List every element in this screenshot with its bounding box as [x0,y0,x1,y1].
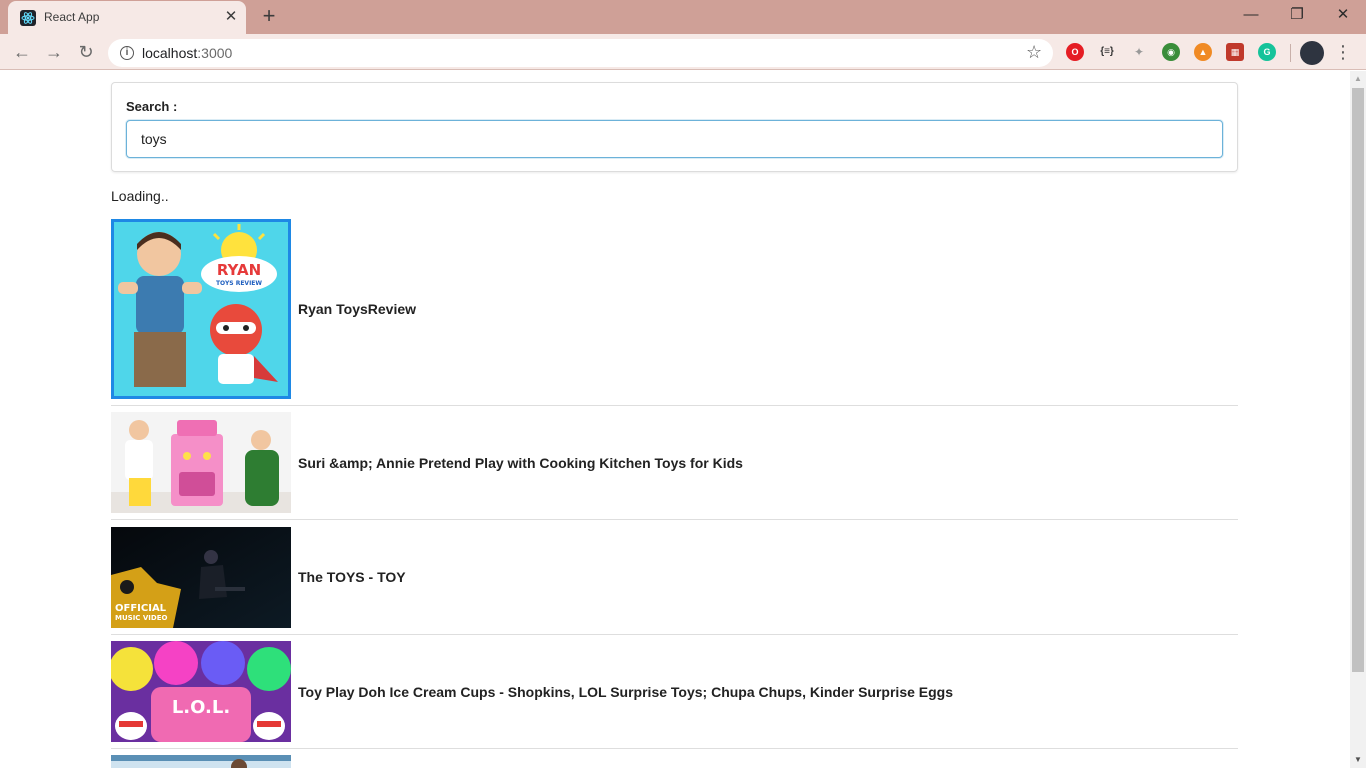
new-tab-icon[interactable]: + [258,4,280,28]
globe-extension-icon[interactable]: ◉ [1162,43,1180,61]
partial-thumbnail-image [111,755,291,768]
fox-extension-icon[interactable]: ▲ [1194,43,1212,61]
grammarly-extension-icon[interactable]: G [1258,43,1276,61]
minimize-icon[interactable]: — [1228,0,1274,30]
back-icon[interactable]: ← [9,39,35,65]
scroll-up-arrow-icon[interactable]: ▲ [1350,71,1366,87]
video-thumbnail[interactable]: OFFICIAL MUSIC VIDEO [111,526,291,628]
video-list-item[interactable]: OFFICIAL MUSIC VIDEO The TOYS - TOY [111,520,1238,635]
browser-toolbar: ← → ↻ i localhost:3000 ☆ O {≡} ✦ ◉ ▲ ▦ G… [0,34,1366,70]
loading-text: Loading.. [111,188,169,204]
ryan-toys-thumbnail-image: RYAN TOYS REVIEW [114,222,288,396]
toolbar-divider [1290,44,1291,62]
address-bar[interactable]: i localhost:3000 ☆ [108,39,1053,67]
tab-close-icon[interactable]: ✕ [222,8,240,26]
bookmark-star-icon[interactable]: ☆ [1026,42,1042,63]
browser-tab[interactable]: React App ✕ [8,1,246,34]
video-thumbnail[interactable]: RYAN TOYS REVIEW [111,219,291,399]
video-list-item[interactable]: RYAN TOYS REVIEW Ryan ToysReview [111,219,1238,406]
video-list-item[interactable]: Suri &amp; Annie Pretend Play with Cooki… [111,406,1238,520]
sparkle-extension-icon[interactable]: ✦ [1130,43,1148,61]
search-label: Search : [126,99,178,114]
music-video-text: MUSIC VIDEO [115,614,167,622]
profile-avatar[interactable] [1300,41,1324,65]
ryan-logo-text: RYAN [217,261,261,279]
scroll-down-arrow-icon[interactable]: ▼ [1350,752,1366,768]
ryan-logo-subtext: TOYS REVIEW [216,280,262,287]
tab-strip: React App ✕ + — ❐ ✕ [0,0,1366,34]
more-menu-icon[interactable]: ⋮ [1334,40,1352,64]
video-title[interactable]: Suri &amp; Annie Pretend Play with Cooki… [298,455,743,471]
search-card: Search : [111,82,1238,172]
video-title[interactable]: The TOYS - TOY [298,569,406,585]
scrollbar-thumb[interactable] [1352,88,1364,672]
official-text: OFFICIAL [115,603,167,614]
page-scrollbar[interactable]: ▲ ▼ [1350,71,1366,768]
site-info-icon[interactable]: i [120,46,134,60]
tab-title: React App [44,10,100,24]
the-toys-thumbnail-image: OFFICIAL MUSIC VIDEO [111,526,291,628]
forward-icon[interactable]: → [41,39,67,65]
lol-text: L.O.L. [172,697,230,718]
url-text: localhost:3000 [142,45,232,61]
grid-extension-icon[interactable]: ▦ [1226,43,1244,61]
kitchen-toys-thumbnail-image [111,412,291,513]
opera-extension-icon[interactable]: O [1066,43,1084,61]
video-thumbnail[interactable]: L.O.L. [111,641,291,742]
video-title[interactable]: Toy Play Doh Ice Cream Cups - Shopkins, … [298,684,953,700]
reload-icon[interactable]: ↻ [73,39,99,65]
json-extension-icon[interactable]: {≡} [1098,43,1116,61]
restore-icon[interactable]: ❐ [1274,0,1320,30]
video-list-item[interactable] [111,749,1238,768]
video-thumbnail[interactable] [111,755,291,768]
video-list-item[interactable]: L.O.L. Toy Play Doh Ice Cream Cups - Sho… [111,635,1238,749]
play-doh-thumbnail-image: L.O.L. [111,641,291,742]
search-input[interactable] [126,120,1223,158]
page-viewport: Search : Loading.. RYAN TOYS REVIEW [0,71,1350,768]
close-window-icon[interactable]: ✕ [1320,0,1366,30]
url-host: localhost [142,45,198,61]
video-thumbnail[interactable] [111,412,291,513]
url-port: :3000 [197,45,233,61]
video-title[interactable]: Ryan ToysReview [298,301,416,317]
video-list: RYAN TOYS REVIEW Ryan ToysReview Suri &a… [111,219,1238,768]
react-favicon-icon [20,10,36,26]
